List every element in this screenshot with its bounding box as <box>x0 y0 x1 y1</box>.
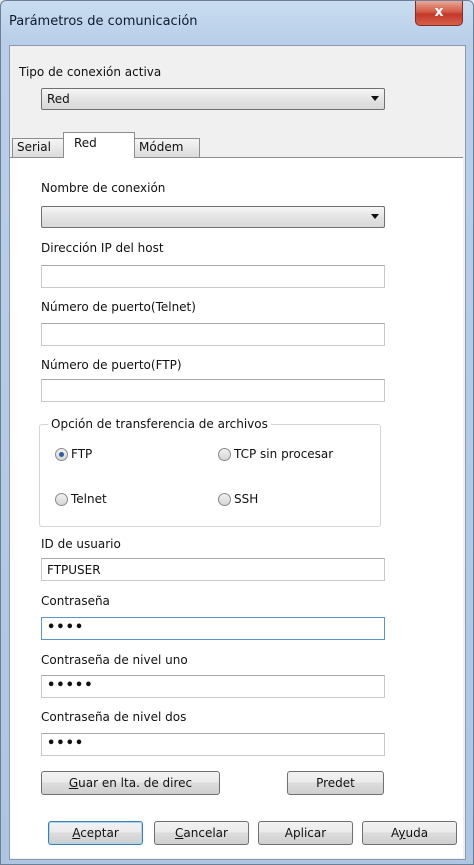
level2-password-label: Contraseña de nivel dos <box>41 710 187 724</box>
user-id-label: ID de usuario <box>41 537 121 551</box>
save-to-directory-button[interactable]: Guar en lta. de direc <box>41 771 220 795</box>
tab-modem[interactable]: Módem <box>134 138 200 157</box>
tab-red[interactable]: Red <box>63 132 135 158</box>
tab-serial[interactable]: Serial <box>12 138 64 157</box>
radio-ftp-label: FTP <box>71 447 93 461</box>
apply-button[interactable]: Aplicar <box>258 821 353 845</box>
tab-modem-label: Módem <box>139 140 184 154</box>
connection-name-label: Nombre de conexión <box>41 181 166 195</box>
close-icon: x <box>434 4 444 20</box>
radio-icon <box>55 493 68 506</box>
close-button[interactable]: x <box>415 1 463 26</box>
password-input[interactable]: •••• <box>41 617 385 640</box>
ok-label: ceptar <box>80 826 119 840</box>
dialog-window: Parámetros de comunicación x Tipo de con… <box>0 0 474 865</box>
tab-red-label: Red <box>74 136 97 150</box>
radio-icon <box>218 448 231 461</box>
transfer-option-group: Opción de transferencia de archivos FTP … <box>39 417 381 527</box>
cancel-label: ancelar <box>183 826 228 840</box>
connection-type-value: Red <box>47 92 70 106</box>
help-button[interactable]: Ayuda <box>362 821 457 845</box>
cancel-button[interactable]: Cancelar <box>154 821 249 845</box>
radio-telnet-label: Telnet <box>71 492 107 506</box>
host-ip-label: Dirección IP del host <box>41 241 164 255</box>
connection-type-label: Tipo de conexión activa <box>19 65 162 79</box>
defaults-button[interactable]: Predet <box>287 771 384 795</box>
telnet-port-label: Número de puerto(Telnet) <box>41 300 196 314</box>
tab-serial-label: Serial <box>17 140 51 154</box>
transfer-option-title: Opción de transferencia de archivos <box>48 417 271 431</box>
level2-password-input[interactable]: •••• <box>41 733 385 756</box>
dialog-body: Tipo de conexión activa Red Serial Red M… <box>9 45 466 860</box>
telnet-port-input[interactable] <box>41 323 385 346</box>
password-label: Contraseña <box>41 594 110 608</box>
connection-name-select[interactable] <box>41 206 385 228</box>
ftp-port-input[interactable] <box>41 379 385 402</box>
ok-button[interactable]: Aceptar <box>48 821 143 845</box>
tab-strip: Serial Red Módem <box>10 132 465 158</box>
radio-icon <box>218 493 231 506</box>
level1-password-input[interactable]: ••••• <box>41 675 385 698</box>
ok-mnemonic: A <box>72 826 81 840</box>
save-button-label: uar en lta. de direc <box>78 776 193 790</box>
radio-ssh-label: SSH <box>234 492 259 506</box>
window-title: Parámetros de comunicación <box>9 14 198 29</box>
radio-tcp-raw-label: TCP sin procesar <box>234 447 334 461</box>
radio-selected-icon <box>55 448 68 461</box>
host-ip-input[interactable] <box>41 265 385 288</box>
save-button-mnemonic: G <box>68 776 79 790</box>
chevron-down-icon <box>371 214 379 219</box>
title-bar[interactable]: Parámetros de comunicación x <box>1 1 473 45</box>
level1-password-label: Contraseña de nivel uno <box>41 653 188 667</box>
user-id-input[interactable]: FTPUSER <box>41 558 385 581</box>
ftp-port-label: Número de puerto(FTP) <box>41 358 182 372</box>
connection-type-select[interactable]: Red <box>41 88 385 110</box>
chevron-down-icon <box>371 96 379 101</box>
help-label-end: uda <box>405 826 429 840</box>
